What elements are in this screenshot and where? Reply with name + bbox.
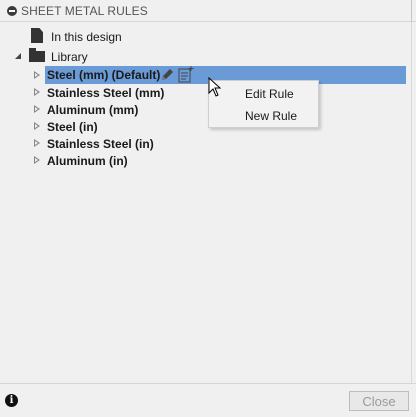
rule-item-stainless-steel-mm[interactable]: Stainless Steel (mm) bbox=[47, 86, 164, 100]
header-divider bbox=[411, 0, 412, 22]
tree-item-in-this-design[interactable]: In this design bbox=[51, 30, 122, 44]
context-menu: Edit Rule New Rule bbox=[208, 80, 319, 128]
rule-icon[interactable] bbox=[178, 66, 194, 83]
collapse-icon[interactable] bbox=[7, 6, 17, 16]
rule-expand-arrow-icon[interactable] bbox=[34, 88, 40, 96]
rule-expand-arrow-icon[interactable] bbox=[34, 71, 40, 79]
rule-item-aluminum-mm[interactable]: Aluminum (mm) bbox=[47, 103, 138, 117]
rule-expand-arrow-icon[interactable] bbox=[34, 156, 40, 164]
rule-expand-arrow-icon[interactable] bbox=[34, 139, 40, 147]
rule-expand-arrow-icon[interactable] bbox=[34, 122, 40, 130]
menu-item-new-rule[interactable]: New Rule bbox=[245, 109, 297, 123]
library-collapse-arrow-icon[interactable] bbox=[15, 53, 21, 59]
rule-item-steel-mm-default[interactable]: Steel (mm) (Default) bbox=[47, 68, 160, 82]
pencil-icon[interactable] bbox=[160, 68, 174, 82]
close-button[interactable]: Close bbox=[349, 391, 409, 411]
info-icon[interactable]: i bbox=[5, 394, 18, 407]
panel-title: SHEET METAL RULES bbox=[21, 4, 148, 18]
folder-icon bbox=[29, 48, 45, 62]
sheet-metal-rules-panel: SHEET METAL RULES In this design Library… bbox=[0, 0, 416, 417]
panel-header: SHEET METAL RULES bbox=[0, 0, 416, 22]
rule-item-steel-in[interactable]: Steel (in) bbox=[47, 120, 98, 134]
tree-item-library[interactable]: Library bbox=[51, 50, 88, 64]
menu-item-edit-rule[interactable]: Edit Rule bbox=[245, 87, 294, 101]
rule-item-stainless-steel-in[interactable]: Stainless Steel (in) bbox=[47, 137, 154, 151]
cursor-icon bbox=[208, 77, 222, 97]
footer-divider bbox=[0, 383, 416, 384]
panel-right-edge bbox=[411, 22, 412, 383]
document-icon bbox=[31, 28, 43, 43]
rule-item-aluminum-in[interactable]: Aluminum (in) bbox=[47, 154, 128, 168]
rule-expand-arrow-icon[interactable] bbox=[34, 105, 40, 113]
